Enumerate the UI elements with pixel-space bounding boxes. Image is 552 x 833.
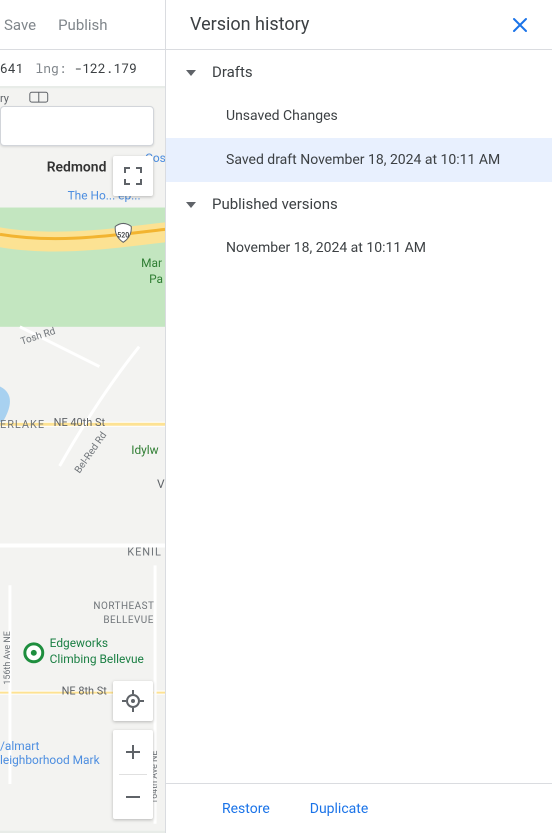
drafts-section-title: Drafts xyxy=(212,63,253,81)
minus-icon xyxy=(124,788,142,806)
zoom-out-button[interactable] xyxy=(113,775,153,819)
editor-pane: Save Publish 641 lng: -122.179 xyxy=(0,0,166,833)
svg-text:NE 40th St: NE 40th St xyxy=(54,416,106,429)
plus-icon xyxy=(124,743,142,761)
svg-text:NORTHEAST: NORTHEAST xyxy=(93,601,154,612)
crosshair-icon xyxy=(122,690,144,712)
map-search-input[interactable] xyxy=(0,106,154,146)
svg-text:Idylw: Idylw xyxy=(131,443,158,457)
svg-text:NE 8th St: NE 8th St xyxy=(62,685,108,698)
coordinates-readout: 641 lng: -122.179 xyxy=(0,50,165,86)
published-section-title: Published versions xyxy=(212,195,338,213)
toolbar: Save Publish xyxy=(0,0,165,50)
drafts-section-toggle[interactable]: Drafts xyxy=(166,50,552,94)
panel-title: Version history xyxy=(190,14,504,35)
save-button[interactable]: Save xyxy=(4,16,36,34)
svg-text:520: 520 xyxy=(117,231,129,239)
svg-text:ry: ry xyxy=(0,92,10,105)
duplicate-button[interactable]: Duplicate xyxy=(310,801,369,817)
chevron-down-icon xyxy=(186,196,196,212)
zoom-control xyxy=(113,730,153,819)
svg-text:BELLEVUE: BELLEVUE xyxy=(103,615,154,626)
svg-text:/almart: /almart xyxy=(0,739,40,753)
map-label-redmond: Redmond xyxy=(47,160,107,176)
svg-text:leighborhood Mark: leighborhood Mark xyxy=(0,753,101,767)
restore-button[interactable]: Restore xyxy=(222,801,270,817)
lat-fragment: 641 xyxy=(0,59,23,77)
locate-button[interactable] xyxy=(113,681,153,721)
lng-value: -122.179 xyxy=(74,59,136,77)
close-button[interactable] xyxy=(504,9,536,41)
version-item-saved-draft[interactable]: Saved draft November 18, 2024 at 10:11 A… xyxy=(166,138,552,182)
lng-label: lng: xyxy=(35,59,66,77)
svg-text:ERLAKE: ERLAKE xyxy=(0,418,45,431)
fullscreen-icon xyxy=(124,167,142,185)
version-item-unsaved[interactable]: Unsaved Changes xyxy=(166,94,552,138)
panel-body: Drafts Unsaved Changes Saved draft Novem… xyxy=(166,50,552,783)
svg-text:156th Ave NE: 156th Ave NE xyxy=(3,631,13,684)
svg-text:Pa: Pa xyxy=(149,272,163,286)
publish-button[interactable]: Publish xyxy=(58,16,107,34)
svg-text:Climbing Bellevue: Climbing Bellevue xyxy=(50,652,144,666)
svg-text:Mar: Mar xyxy=(141,256,162,270)
fullscreen-button[interactable] xyxy=(113,156,153,196)
published-section-toggle[interactable]: Published versions xyxy=(166,182,552,226)
panel-footer: Restore Duplicate xyxy=(166,783,552,833)
svg-text:KENIL: KENIL xyxy=(127,545,162,558)
panel-header: Version history xyxy=(166,0,552,50)
svg-text:Edgeworks: Edgeworks xyxy=(50,636,108,650)
close-icon xyxy=(511,16,529,34)
version-item-published[interactable]: November 18, 2024 at 10:11 AM xyxy=(166,226,552,270)
zoom-in-button[interactable] xyxy=(113,730,153,774)
svg-text:V: V xyxy=(157,477,165,491)
version-history-panel: Version history Drafts Unsaved Changes S… xyxy=(166,0,552,833)
chevron-down-icon xyxy=(186,64,196,80)
